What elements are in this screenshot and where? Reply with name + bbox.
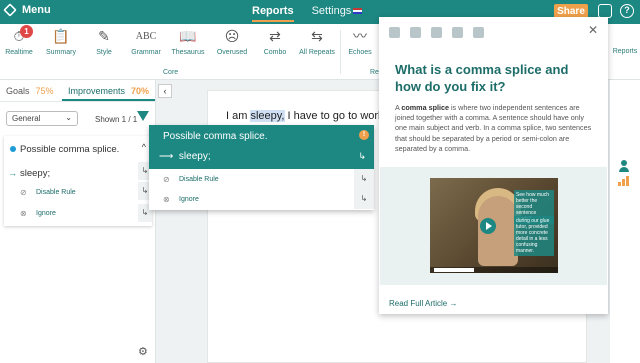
filter-icon[interactable] xyxy=(137,111,149,121)
popup-replacement[interactable]: ⟶ sleepy; xyxy=(159,151,211,162)
group-label-repeats: Re xyxy=(370,69,379,76)
article-body: A comma splice is where two independent … xyxy=(395,103,592,153)
close-icon[interactable]: ✕ xyxy=(588,23,598,37)
article-panel: ✕ What is a comma splice and how do you … xyxy=(379,17,608,314)
video-player[interactable]: See how much better the second sentence … xyxy=(430,178,558,273)
ignore-button[interactable]: ⊗ Ignore xyxy=(20,209,56,218)
read-full-article-link[interactable]: Read Full Article → xyxy=(389,299,457,308)
twitter-icon[interactable] xyxy=(410,27,421,38)
face-icon: ☹ xyxy=(224,27,240,44)
tool-reports[interactable]: Reports xyxy=(609,48,640,55)
apply-arrow-icon[interactable]: ↳ xyxy=(358,151,366,162)
ignore-arrow-icon[interactable]: ↳ xyxy=(354,189,374,209)
realtime-badge: 1 xyxy=(20,25,33,38)
clipboard-icon: 📋 xyxy=(52,27,70,44)
video-progress-bar[interactable] xyxy=(430,267,558,273)
disable-arrow-icon[interactable]: ↳ xyxy=(354,169,374,189)
combo-icon: ⇄ xyxy=(269,27,281,44)
suggestion-title: Possible comma splice. xyxy=(20,144,120,155)
tool-echoes[interactable]: 〰 Echoes xyxy=(335,26,385,56)
replacement-option[interactable]: sleepy; xyxy=(20,168,50,179)
popup-disable-rule[interactable]: ⊘ Disable Rule xyxy=(163,175,219,184)
facebook-icon[interactable] xyxy=(389,27,400,38)
toolbar-divider xyxy=(340,30,341,74)
stats-icon[interactable] xyxy=(618,176,629,186)
tab-improvements[interactable]: Improvements 70% xyxy=(61,80,155,101)
pen-icon: ✎ xyxy=(98,27,110,44)
ignore-icon: ⊗ xyxy=(163,195,170,204)
article-title: What is a comma splice and how do you fi… xyxy=(395,62,569,94)
chevron-down-icon: ⌄ xyxy=(65,113,72,122)
social-links xyxy=(389,27,484,38)
arrow-icon: → xyxy=(8,168,17,178)
menu-button[interactable]: Menu xyxy=(3,3,51,17)
info-icon[interactable]: ! xyxy=(359,130,369,140)
improvements-percent: 70% xyxy=(130,86,149,96)
document-text[interactable]: I am sleepy, I have to go to work. xyxy=(226,110,387,122)
disable-rule-button[interactable]: ⊘ Disable Rule xyxy=(20,188,76,197)
collapse-icon[interactable]: ^ xyxy=(142,142,146,152)
gear-icon[interactable]: ⚙ xyxy=(138,345,148,358)
collapse-panel-button[interactable]: ‹ xyxy=(158,84,172,98)
chat-icon[interactable] xyxy=(598,4,612,18)
left-panel: Goals 75% Improvements 70% General ⌄ Shown … xyxy=(0,80,156,363)
ignore-icon: ⊗ xyxy=(20,209,27,218)
eye-off-icon: ⊘ xyxy=(20,188,27,197)
pinterest-icon[interactable] xyxy=(452,27,463,38)
tool-thesaurus[interactable]: 📖 Thesaurus xyxy=(163,26,213,57)
email-icon[interactable] xyxy=(473,27,484,38)
suggestion-popup: Possible comma splice. ! ⟶ sleepy; ↳ ⊘ D… xyxy=(149,125,374,210)
tab-reports[interactable]: Reports xyxy=(252,5,294,22)
popup-ignore[interactable]: ⊗ Ignore xyxy=(163,195,199,204)
flag-icon xyxy=(353,8,363,15)
book-icon: 📖 xyxy=(179,27,197,44)
group-label-core: Core xyxy=(163,69,179,76)
highlighted-word[interactable]: sleepy, xyxy=(250,110,285,122)
popup-header: Possible comma splice. ! ⟶ sleepy; ↳ xyxy=(149,125,374,169)
linkedin-icon[interactable] xyxy=(431,27,442,38)
panel-tabs: Goals 75% Improvements 70% xyxy=(0,80,155,102)
wave-icon: 〰 xyxy=(353,28,367,44)
status-dot xyxy=(10,146,16,152)
repeat-icon: ⇆ xyxy=(311,27,323,44)
shown-count: Shown 1 / 1 xyxy=(95,115,138,124)
right-rail xyxy=(610,80,640,363)
top-tabs: Reports Settings xyxy=(252,5,363,22)
category-select[interactable]: General ⌄ xyxy=(6,111,78,126)
video-caption: during our glue tutor, provided more con… xyxy=(514,216,554,256)
popup-title: Possible comma splice. xyxy=(163,131,268,142)
abc-icon: ABC xyxy=(135,30,157,42)
tab-settings[interactable]: Settings xyxy=(312,5,363,22)
eye-off-icon: ⊘ xyxy=(163,175,170,184)
video-area: See how much better the second sentence … xyxy=(380,167,607,285)
play-icon[interactable] xyxy=(480,218,496,234)
user-icon[interactable] xyxy=(618,160,630,172)
suggestion-card[interactable]: Possible comma splice. ^ → sleepy; ↳ ⊘ D… xyxy=(4,136,152,226)
tab-goals[interactable]: Goals 75% xyxy=(0,80,62,101)
logo-icon xyxy=(3,3,17,17)
menu-label: Menu xyxy=(22,4,51,16)
help-icon[interactable]: ? xyxy=(620,4,634,18)
goals-percent: 75% xyxy=(35,86,54,96)
